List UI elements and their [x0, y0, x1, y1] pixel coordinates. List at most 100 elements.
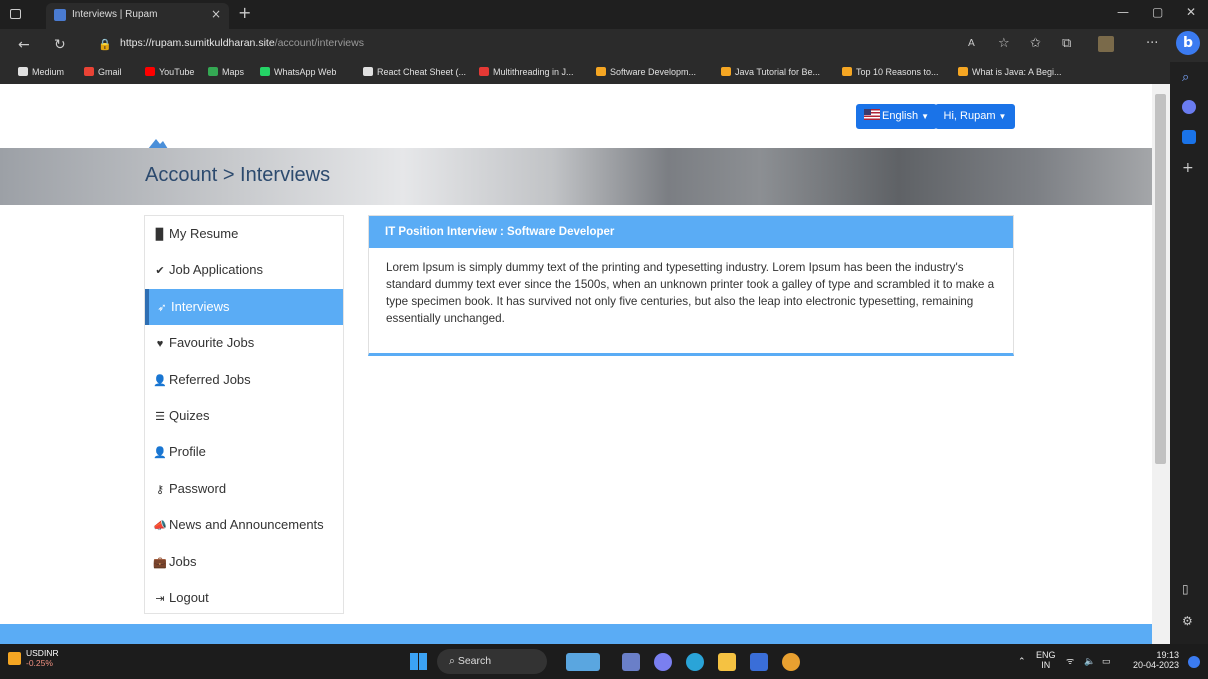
new-tab-icon[interactable]: + — [238, 3, 251, 22]
add-sidebar-icon[interactable]: + — [1182, 160, 1196, 176]
chrome-icon[interactable] — [782, 653, 800, 671]
bookmark-label: What is Java: A Begi... — [972, 67, 1062, 77]
language-indicator[interactable]: ENG IN — [1036, 650, 1056, 670]
list-icon: ☰ — [155, 411, 165, 423]
user-menu-dropdown[interactable]: Hi, Rupam ▼ — [935, 104, 1015, 129]
bookmark-label: Maps — [222, 67, 245, 77]
favorite-star-icon[interactable]: ☆ — [998, 36, 1010, 51]
task-view-icon[interactable] — [622, 653, 640, 671]
favorites-icon[interactable]: ✩ — [1030, 36, 1041, 51]
sidebar-item-job-applications[interactable]: ✔ Job Applications — [145, 252, 343, 288]
url-host: https://rupam.sumitkuldharan.site — [120, 37, 275, 49]
bing-chat-icon[interactable]: b — [1176, 31, 1200, 55]
sidebar-item-news-and-announcements[interactable]: 📣 News and Announcements — [145, 507, 343, 543]
bookmark-item[interactable]: YouTube — [145, 67, 194, 77]
show-hidden-icons-icon[interactable]: ⌃ — [1018, 656, 1026, 666]
notification-icon[interactable] — [1188, 656, 1200, 668]
user-greeting: Hi, Rupam — [943, 110, 996, 122]
bookmark-label: Gmail — [98, 67, 122, 77]
minimize-icon[interactable]: — — [1117, 5, 1129, 19]
bookmark-label: React Cheat Sheet (... — [377, 67, 467, 77]
bookmark-item[interactable]: Medium — [18, 67, 64, 77]
sidebar-item-label: News and Announcements — [169, 517, 324, 533]
copilot-icon[interactable] — [1182, 100, 1196, 114]
sidebar-item-favourite-jobs[interactable]: ♥ Favourite Jobs — [145, 325, 343, 361]
settings-gear-icon[interactable]: ⚙ — [1182, 614, 1196, 628]
sidebar-item-my-resume[interactable]: ▉ My Resume — [145, 216, 343, 252]
lock-icon[interactable]: 🔒 — [98, 38, 112, 51]
sidebar-item-label: Favourite Jobs — [169, 335, 255, 351]
user-plus-icon: 👤 — [153, 374, 167, 387]
bookmark-item[interactable]: WhatsApp Web — [260, 67, 336, 77]
clock[interactable]: 19:13 20-04-2023 — [1125, 650, 1179, 670]
browser-tab[interactable]: Interviews | Rupam × — [46, 3, 229, 29]
wifi-icon[interactable]: ᯤ — [1066, 656, 1074, 666]
bookmark-label: Software Developm... — [610, 67, 697, 77]
bookmark-label: Java Tutorial for Be... — [735, 67, 821, 77]
search-icon[interactable]: ⌕ — [1182, 70, 1196, 85]
sidebar-item-interviews[interactable]: ➶ Interviews — [145, 288, 343, 325]
sidebar-item-label: Job Applications — [169, 262, 263, 278]
volume-icon[interactable]: 🔈 — [1084, 656, 1095, 666]
stock-widget[interactable]: USDINR -0.25% — [26, 648, 59, 668]
stock-change: -0.25% — [26, 658, 53, 668]
tab-actions-icon[interactable] — [10, 9, 21, 19]
bookmark-item[interactable]: Top 10 Reasons to... — [842, 67, 939, 77]
page-scrollbar[interactable] — [1152, 84, 1170, 644]
split-screen-icon[interactable]: ▯ — [1182, 582, 1196, 596]
web-page: English ▼ Hi, Rupam ▼ Account > Interviews… — [0, 84, 1152, 644]
bookmark-item[interactable]: What is Java: A Begi... — [958, 67, 1062, 77]
more-options-icon[interactable]: ··· — [1146, 36, 1158, 51]
scrollbar-thumb[interactable] — [1155, 94, 1166, 464]
file-explorer-icon[interactable] — [718, 653, 736, 671]
sidebar-item-label: Logout — [169, 590, 209, 605]
collections-icon[interactable]: ⧉ — [1062, 36, 1071, 51]
sidebar-item-logout[interactable]: ⇥ Logout — [145, 580, 343, 616]
url-input[interactable]: https://rupam.sumitkuldharan.site/accoun… — [120, 37, 364, 49]
thumbtack-icon: ➶ — [157, 301, 167, 314]
bookmark-label: Multithreading in J... — [493, 67, 574, 77]
teams-chat-icon[interactable] — [654, 653, 672, 671]
youtube-icon — [145, 67, 155, 76]
store-icon[interactable] — [750, 653, 768, 671]
outlook-icon[interactable] — [1182, 130, 1196, 144]
sidebar-item-referred-jobs[interactable]: 👤 Referred Jobs — [145, 362, 343, 398]
key-icon: ⚷ — [155, 483, 165, 496]
window-close-icon[interactable]: ✕ — [1186, 5, 1196, 19]
stock-name: USDINR — [26, 648, 59, 658]
widgets-icon[interactable] — [566, 653, 600, 671]
restore-icon[interactable]: ▢ — [1152, 5, 1163, 19]
read-aloud-icon[interactable]: A — [968, 38, 975, 49]
sidebar-item-label: Profile — [169, 444, 206, 460]
bullhorn-icon: 📣 — [153, 520, 167, 533]
back-icon[interactable]: ← — [18, 37, 30, 53]
sidebar-item-label: Interviews — [171, 298, 230, 314]
clock-date: 20-04-2023 — [1132, 660, 1179, 670]
refresh-icon[interactable]: ↻ — [54, 37, 66, 53]
page-title: Account > Interviews — [145, 164, 331, 186]
url-path: /account/interviews — [274, 37, 364, 49]
sidebar-item-password[interactable]: ⚷ Password — [145, 471, 343, 507]
bookmark-item[interactable]: React Cheat Sheet (... — [363, 67, 466, 77]
tab-close-icon[interactable]: × — [211, 7, 221, 21]
bookmark-item[interactable]: Gmail — [84, 67, 122, 77]
sidebar-item-label: Quizes — [169, 408, 210, 423]
bookmark-item[interactable]: Maps — [208, 67, 244, 77]
bookmark-item[interactable]: Java Tutorial for Be... — [721, 67, 820, 77]
bookmark-icon — [596, 67, 606, 76]
profile-avatar-icon[interactable] — [1098, 36, 1114, 52]
windows-start-icon[interactable] — [410, 653, 427, 670]
file-icon: ▉ — [155, 229, 165, 241]
language-dropdown[interactable]: English ▼ — [856, 104, 937, 129]
edge-icon[interactable] — [686, 653, 704, 671]
bookmark-item[interactable]: Multithreading in J... — [479, 67, 574, 77]
sidebar-item-quizes[interactable]: ☰ Quizes — [145, 398, 343, 434]
sidebar-item-profile[interactable]: 👤 Profile — [145, 434, 343, 470]
tab-title: Interviews | Rupam — [72, 9, 158, 20]
bookmark-label: Top 10 Reasons to... — [856, 67, 939, 77]
battery-icon[interactable]: ▭ — [1102, 656, 1111, 666]
bookmark-item[interactable]: Software Developm... — [596, 67, 696, 77]
taskbar-search[interactable]: ⌕ Search — [437, 649, 547, 674]
bookmark-icon — [721, 67, 731, 76]
sidebar-item-jobs[interactable]: 💼 Jobs — [145, 544, 343, 580]
